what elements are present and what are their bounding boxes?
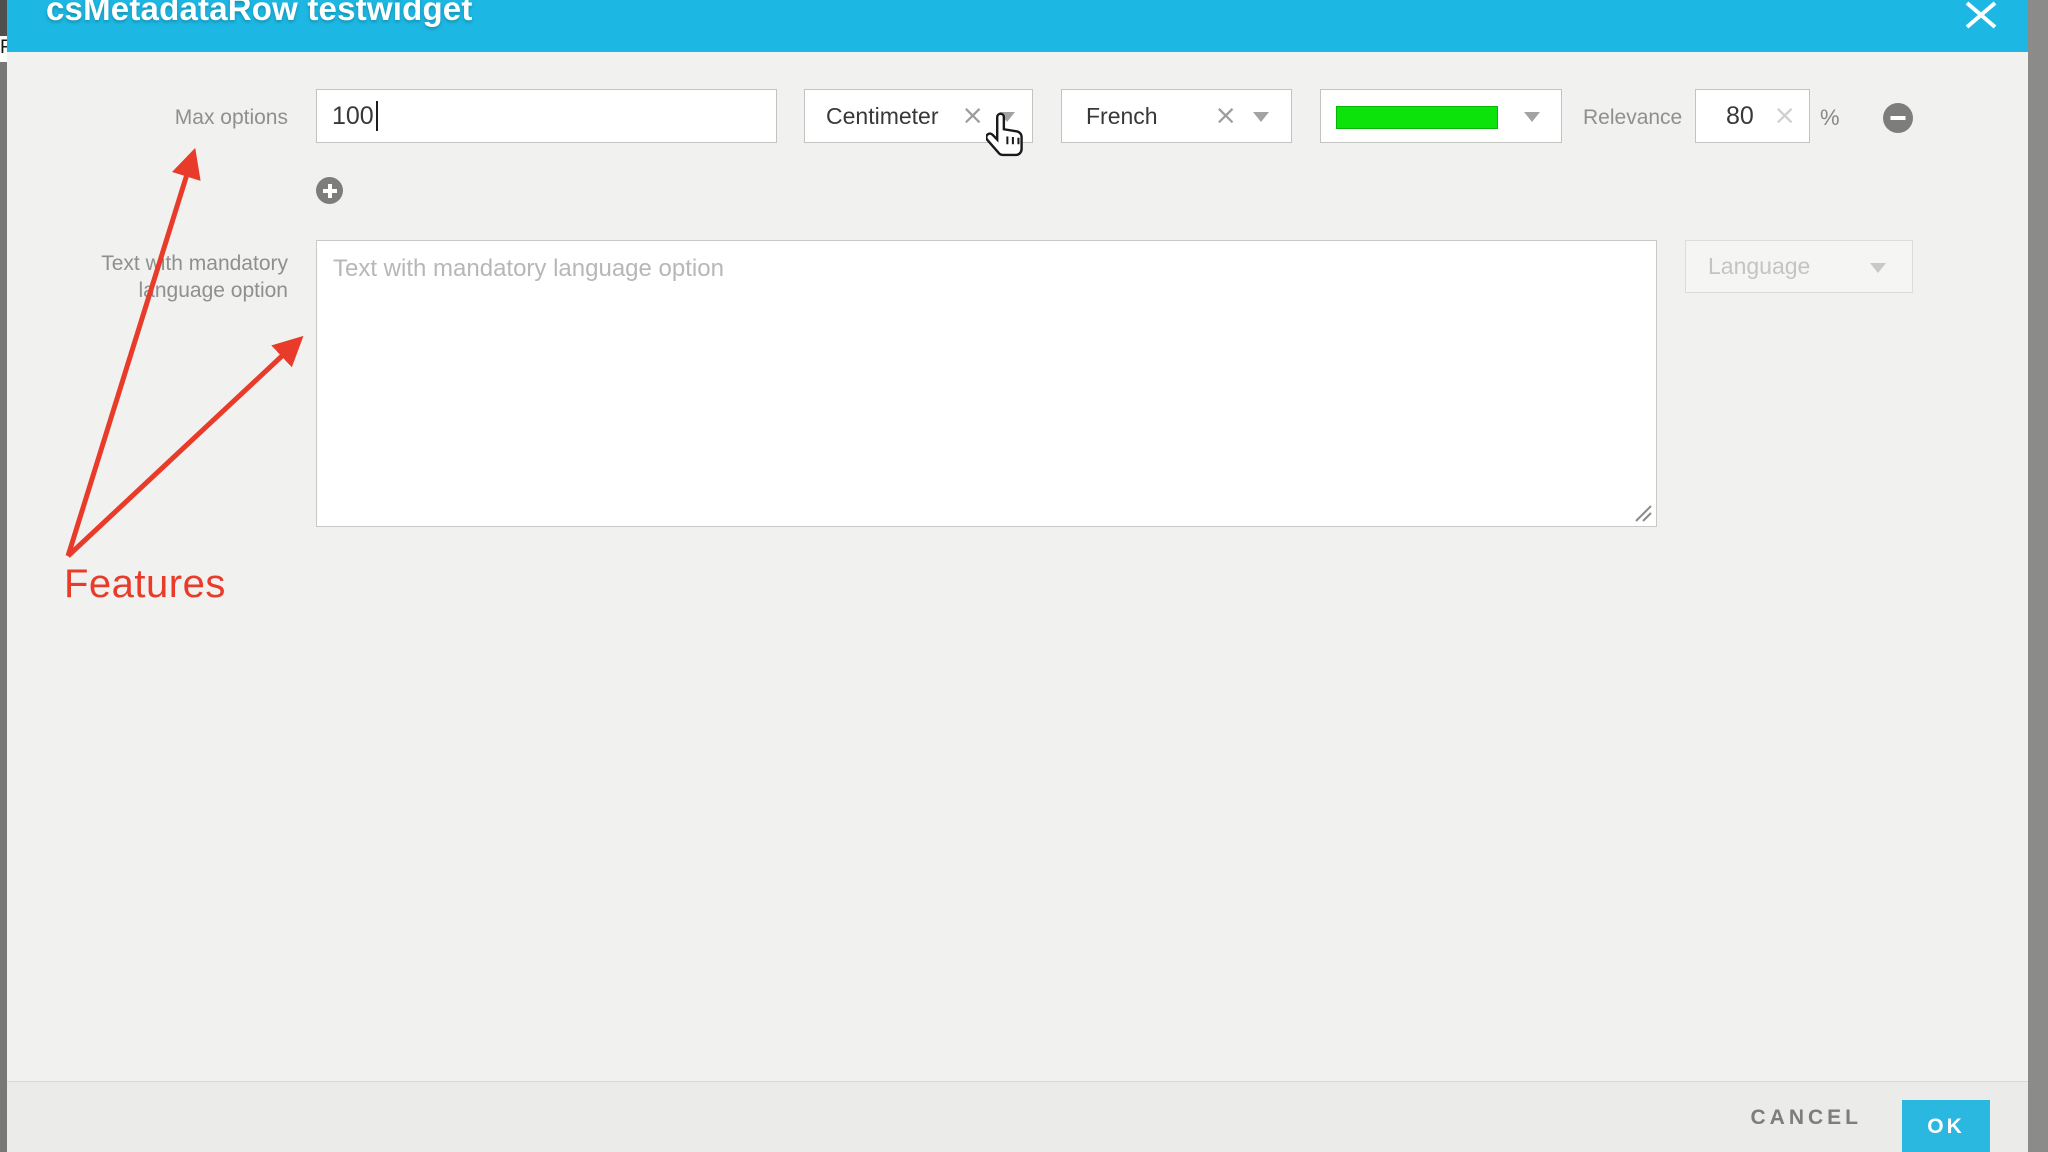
annotation-features-label: Features	[64, 562, 226, 607]
remove-row-button[interactable]	[1883, 103, 1913, 133]
background-page-strip-right	[2028, 0, 2048, 1152]
dialog-screen: F csMetadataRow testwidget Max options 1…	[0, 0, 2048, 1152]
add-row-button[interactable]	[316, 177, 343, 204]
ok-button[interactable]: OK	[1902, 1100, 1990, 1152]
background-page-strip-left: F	[0, 0, 7, 1152]
background-letter: F	[0, 36, 7, 62]
language-select-value: French	[1086, 103, 1158, 130]
relevance-input[interactable]: 80 ×	[1695, 89, 1810, 143]
text-language-placeholder: Language	[1708, 253, 1810, 280]
unit-select[interactable]: Centimeter ×	[804, 89, 1033, 143]
dialog-footer: CANCEL OK	[7, 1081, 2028, 1152]
unit-select-value: Centimeter	[826, 103, 938, 130]
max-options-input[interactable]: 100	[316, 89, 777, 143]
close-icon	[1951, 0, 2011, 41]
clear-icon[interactable]: ×	[1214, 102, 1237, 129]
language-select[interactable]: French ×	[1061, 89, 1292, 143]
cancel-button[interactable]: CANCEL	[1745, 1082, 1869, 1152]
color-select[interactable]	[1320, 89, 1562, 143]
relevance-label: Relevance	[1583, 106, 1682, 130]
text-language-select[interactable]: Language	[1685, 240, 1913, 293]
close-button[interactable]	[1945, 0, 2005, 40]
chevron-down-icon[interactable]	[1253, 112, 1269, 122]
background-dark-block	[0, 0, 7, 36]
clear-icon[interactable]: ×	[961, 102, 984, 129]
relevance-value: 80	[1726, 102, 1754, 131]
max-options-value: 100	[332, 102, 374, 131]
dialog-header: csMetadataRow testwidget	[7, 0, 2028, 52]
percent-sign: %	[1820, 105, 1840, 131]
color-swatch	[1336, 106, 1498, 129]
minus-icon	[1891, 116, 1906, 120]
text-feature-textarea[interactable]	[316, 240, 1657, 527]
chevron-down-icon[interactable]	[999, 112, 1015, 122]
annotation-arrows	[0, 0, 2048, 1152]
max-options-label: Max options	[100, 106, 288, 130]
clear-icon[interactable]: ×	[1773, 102, 1796, 129]
chevron-down-icon[interactable]	[1524, 112, 1540, 122]
dialog-title: csMetadataRow testwidget	[46, 0, 473, 28]
chevron-down-icon[interactable]	[1870, 263, 1886, 273]
text-feature-label: Text with mandatory language option	[60, 250, 288, 304]
text-caret	[376, 101, 378, 131]
